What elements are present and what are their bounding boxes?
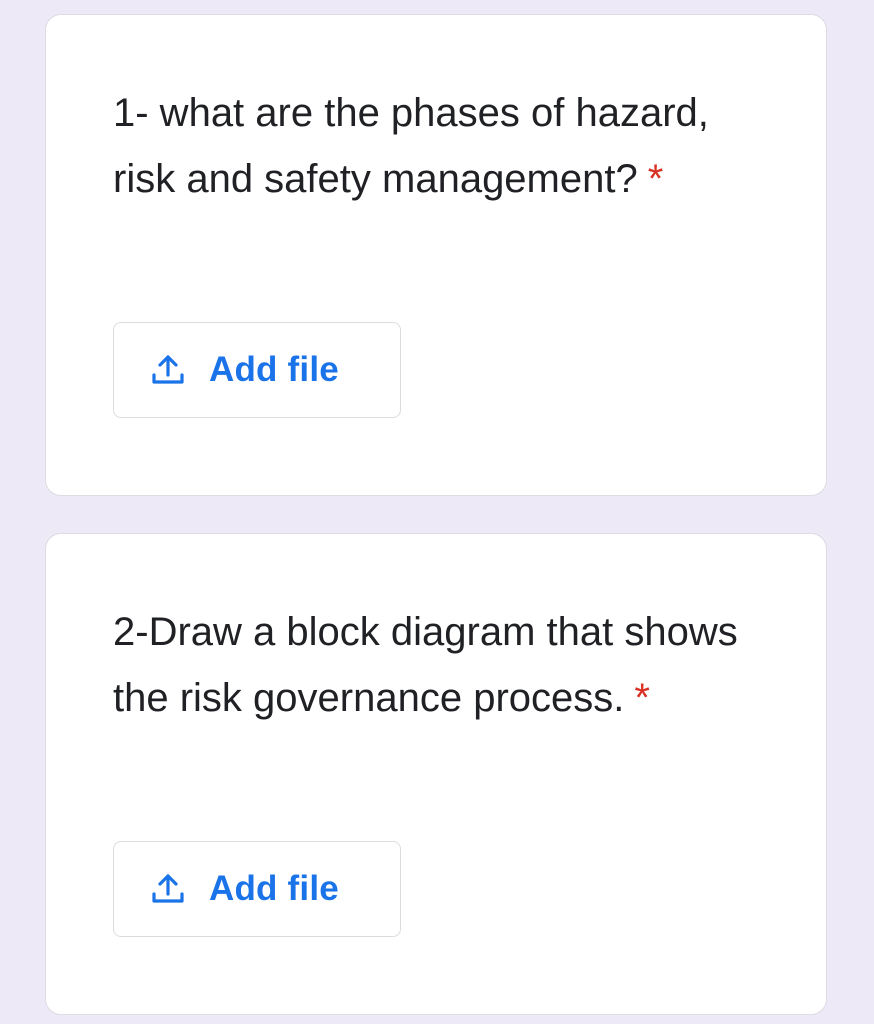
question-text: 1- what are the phases of hazard, risk a… — [113, 91, 709, 201]
required-asterisk: * — [634, 676, 650, 720]
add-file-button[interactable]: Add file — [113, 841, 401, 937]
question-title: 2-Draw a block diagram that shows the ri… — [113, 599, 753, 731]
required-asterisk: * — [647, 157, 664, 201]
add-file-button[interactable]: Add file — [113, 322, 401, 418]
question-card-1: 1- what are the phases of hazard, risk a… — [45, 14, 827, 496]
add-file-label: Add file — [209, 869, 339, 908]
upload-icon — [152, 355, 184, 384]
question-card-2: 2-Draw a block diagram that shows the ri… — [45, 533, 827, 1015]
upload-icon — [152, 874, 184, 903]
add-file-label: Add file — [209, 350, 339, 389]
question-title: 1- what are the phases of hazard, risk a… — [113, 80, 753, 212]
